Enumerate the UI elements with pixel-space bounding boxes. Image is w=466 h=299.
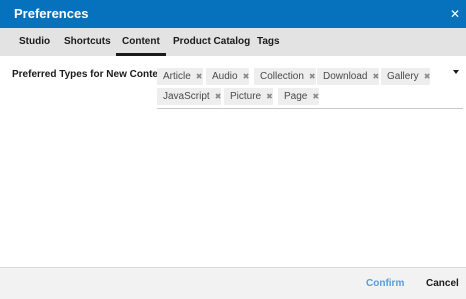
remove-icon[interactable]: ✖ — [312, 88, 319, 105]
tag-chip-label: Audio — [212, 71, 238, 82]
tag-chip-label: Article — [163, 71, 191, 82]
confirm-button[interactable]: Confirm — [366, 268, 404, 299]
remove-icon[interactable]: ✖ — [372, 68, 379, 85]
remove-icon[interactable]: ✖ — [266, 88, 273, 105]
remove-icon[interactable]: ✖ — [424, 68, 431, 85]
tab-studio[interactable]: Studio — [19, 28, 50, 56]
close-icon[interactable]: ✕ — [449, 6, 461, 22]
remove-icon[interactable]: ✖ — [196, 68, 203, 85]
tab-label: Product Catalog — [173, 36, 251, 47]
active-tab-indicator — [116, 53, 166, 56]
tab-product-catalog[interactable]: Product Catalog — [173, 28, 250, 56]
remove-icon[interactable]: ✖ — [243, 68, 250, 85]
preferred-types-input[interactable]: Article ✖ Audio ✖ Collection ✖ Download ✖ Ga… — [157, 66, 463, 109]
tab-label: Tags — [257, 36, 280, 47]
cancel-button[interactable]: Cancel — [426, 268, 459, 299]
tag-chip-label: Download — [323, 71, 368, 82]
tab-label: Shortcuts — [64, 36, 111, 47]
preferred-types-label: Preferred Types for New Content: — [12, 69, 171, 80]
tab-shortcuts[interactable]: Shortcuts — [64, 28, 111, 56]
tab-bar: Studio Shortcuts Content Product Catalog… — [0, 28, 466, 56]
tag-chip-page: Page ✖ — [278, 88, 320, 105]
tag-chip-label: Collection — [260, 71, 304, 82]
dialog-footer: Confirm Cancel — [0, 267, 466, 299]
tag-chip-gallery: Gallery ✖ — [381, 68, 431, 85]
tag-chip-download: Download ✖ — [317, 68, 380, 85]
tag-chip-javascript: JavaScript ✖ — [157, 88, 222, 105]
dialog-titlebar: Preferences ✕ — [0, 0, 466, 28]
tag-chip-collection: Collection ✖ — [254, 68, 316, 85]
tag-chip-label: JavaScript — [163, 91, 210, 102]
tag-chip-picture: Picture ✖ — [224, 88, 273, 105]
caret-down-icon[interactable] — [453, 69, 459, 75]
remove-icon[interactable]: ✖ — [215, 88, 222, 105]
tag-chip-label: Picture — [230, 91, 262, 102]
tag-chip-audio: Audio ✖ — [206, 68, 250, 85]
tab-label: Content — [122, 36, 160, 47]
preferences-dialog: Preferences ✕ Studio Shortcuts Content P… — [0, 0, 466, 299]
tag-chip-label: Page — [284, 91, 308, 102]
remove-icon[interactable]: ✖ — [309, 68, 316, 85]
tab-tags[interactable]: Tags — [257, 28, 280, 56]
tab-content[interactable]: Content — [116, 28, 166, 56]
tag-chip-label: Gallery — [387, 71, 419, 82]
tag-chip-article: Article ✖ — [157, 68, 203, 85]
tab-label: Studio — [19, 36, 51, 47]
dialog-title: Preferences — [14, 6, 89, 21]
